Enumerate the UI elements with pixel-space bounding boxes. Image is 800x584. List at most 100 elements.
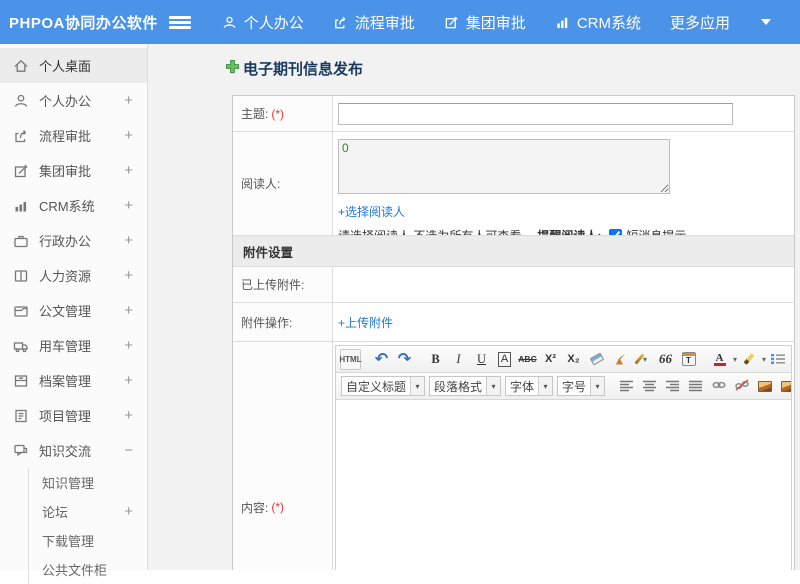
italic-button[interactable]: I (448, 349, 469, 370)
highlight-color-button[interactable] (738, 349, 759, 370)
sidebar-item-archive-management[interactable]: 档案管理 + (0, 363, 147, 398)
readers-textarea[interactable]: 0 (338, 139, 670, 194)
link-icon (712, 379, 726, 394)
sms-remind-label: 短消息提示 (626, 227, 686, 235)
insert-link-button[interactable] (708, 376, 729, 397)
sidebar-subitem-forum[interactable]: 论坛 + (29, 497, 147, 526)
expand-toggle[interactable]: + (120, 162, 137, 179)
required-mark: (*) (271, 500, 284, 514)
undo-button[interactable]: ↶ (371, 349, 392, 370)
expand-toggle[interactable]: + (120, 407, 137, 424)
expand-toggle[interactable]: + (120, 337, 137, 354)
sidebar-item-human-resources[interactable]: 人力资源 + (0, 258, 147, 293)
expand-toggle[interactable]: + (120, 127, 137, 144)
nav-workflow-approval[interactable]: 流程审批 (333, 12, 415, 33)
image-icon (781, 381, 791, 392)
align-center-button[interactable] (639, 376, 660, 397)
sidebar-item-personal-desktop[interactable]: 个人桌面 (0, 48, 147, 83)
sidebar-subitem-download-management[interactable]: 下载管理 (29, 526, 147, 555)
sidebar-item-group-approval[interactable]: 集团审批 + (0, 153, 147, 188)
sms-remind-checkbox[interactable] (609, 229, 622, 235)
select-readers-link[interactable]: +选择阅读人 (338, 203, 405, 220)
sidebar-item-vehicle-management[interactable]: 用车管理 + (0, 328, 147, 363)
user-icon (222, 15, 237, 30)
expand-toggle[interactable]: + (120, 503, 137, 520)
sidebar-item-label: 集团审批 (39, 161, 120, 180)
custom-title-select[interactable]: 自定义标题 ▾ (341, 376, 425, 396)
underline-button[interactable]: U (471, 349, 492, 370)
insert-image-button[interactable] (754, 376, 775, 397)
expand-toggle[interactable]: + (120, 302, 137, 319)
nav-group-approval[interactable]: 集团审批 (444, 12, 526, 33)
sidebar-item-label: 人力资源 (39, 266, 120, 285)
remove-format-button[interactable] (586, 349, 607, 370)
sidebar-item-knowledge-exchange[interactable]: 知识交流 − (0, 433, 147, 468)
nav-label: 个人办公 (244, 12, 304, 33)
expand-toggle[interactable]: + (120, 372, 137, 389)
insert-date-button[interactable]: T (678, 349, 699, 370)
sidebar-item-document-management[interactable]: 公文管理 + (0, 293, 147, 328)
sidebar-item-admin-office[interactable]: 行政办公 + (0, 223, 147, 258)
knowledge-submenu: 知识管理 论坛 + 下载管理 公共文件柜 (28, 468, 147, 584)
sidebar-item-crm-system[interactable]: CRM系统 + (0, 188, 147, 223)
nav-more-apps[interactable]: 更多应用 (670, 12, 730, 33)
sidebar-subitem-label: 下载管理 (42, 531, 139, 550)
blockquote-button[interactable]: 66 (655, 349, 676, 370)
expand-toggle[interactable]: + (120, 197, 137, 214)
sidebar-item-personal-office[interactable]: 个人办公 + (0, 83, 147, 118)
sidebar-item-workflow-approval[interactable]: 流程审批 + (0, 118, 147, 153)
paragraph-format-select[interactable]: 段落格式 ▾ (429, 376, 501, 396)
sidebar-item-project-management[interactable]: 项目管理 + (0, 398, 147, 433)
readers-hint-line: 请选择阅读人,不选为所有人可查看 提醒阅读人: 短消息提示 (338, 227, 789, 235)
align-justify-button[interactable] (685, 376, 706, 397)
nav-personal-office[interactable]: 个人办公 (222, 12, 304, 33)
dropdown-caret-icon: ▾ (590, 377, 604, 395)
sidebar-subitem-label: 知识管理 (42, 473, 139, 492)
sidebar-item-label: 公文管理 (39, 301, 120, 320)
font-border-button[interactable]: A (494, 349, 515, 370)
chevron-down-icon (761, 19, 771, 25)
uploaded-attachments-label: 已上传附件: (241, 276, 304, 293)
menu-toggle[interactable] (169, 16, 188, 29)
collapse-toggle[interactable]: − (120, 442, 137, 459)
edit-icon (444, 15, 459, 30)
remove-link-button[interactable] (731, 376, 752, 397)
redo-button[interactable]: ↷ (394, 349, 415, 370)
expand-toggle[interactable]: + (120, 267, 137, 284)
format-brush-button[interactable] (609, 349, 630, 370)
auto-typeset-button[interactable]: ▾ (632, 349, 653, 370)
editor-content-area[interactable] (336, 400, 791, 570)
nav-crm-system[interactable]: CRM系统 (555, 12, 641, 33)
date-icon: T (682, 352, 696, 366)
content-cell: HTML ↶ ↷ B I U A ABC X² X₂ ▾ (333, 342, 794, 570)
expand-toggle[interactable]: + (120, 232, 137, 249)
subscript-button[interactable]: X₂ (563, 349, 584, 370)
editor-toolbar-row1: HTML ↶ ↷ B I U A ABC X² X₂ ▾ (336, 346, 791, 373)
strikethrough-button[interactable]: ABC (517, 349, 538, 370)
font-size-select[interactable]: 字号 ▾ (557, 376, 605, 396)
sidebar-subitem-knowledge-management[interactable]: 知识管理 (29, 468, 147, 497)
subject-cell (333, 96, 794, 131)
undo-icon: ↶ (375, 349, 388, 369)
font-family-select[interactable]: 字体 ▾ (505, 376, 553, 396)
subject-input[interactable] (338, 103, 733, 125)
upload-attachment-link[interactable]: +上传附件 (338, 314, 393, 331)
content-label-cell: 内容: (*) (233, 342, 333, 570)
nav-label: 流程审批 (355, 12, 415, 33)
nav-label: 集团审批 (466, 12, 526, 33)
bold-button[interactable]: B (425, 349, 446, 370)
align-right-button[interactable] (662, 376, 683, 397)
nav-label: CRM系统 (577, 12, 641, 33)
editor-toolbar-row2: 自定义标题 ▾ 段落格式 ▾ 字体 ▾ 字号 ▾ (336, 373, 791, 400)
green-plus-icon (225, 59, 240, 79)
expand-toggle[interactable]: + (120, 92, 137, 109)
html-source-button[interactable]: HTML (340, 349, 361, 370)
more-apps-dropdown[interactable] (759, 19, 771, 25)
font-color-icon: A (716, 353, 724, 363)
superscript-button[interactable]: X² (540, 349, 561, 370)
insert-image-online-button[interactable] (777, 376, 791, 397)
align-left-button[interactable] (616, 376, 637, 397)
uploaded-attachments-row: 已上传附件: (233, 267, 794, 303)
ordered-list-button[interactable] (767, 349, 788, 370)
font-color-button[interactable]: A (709, 349, 730, 370)
